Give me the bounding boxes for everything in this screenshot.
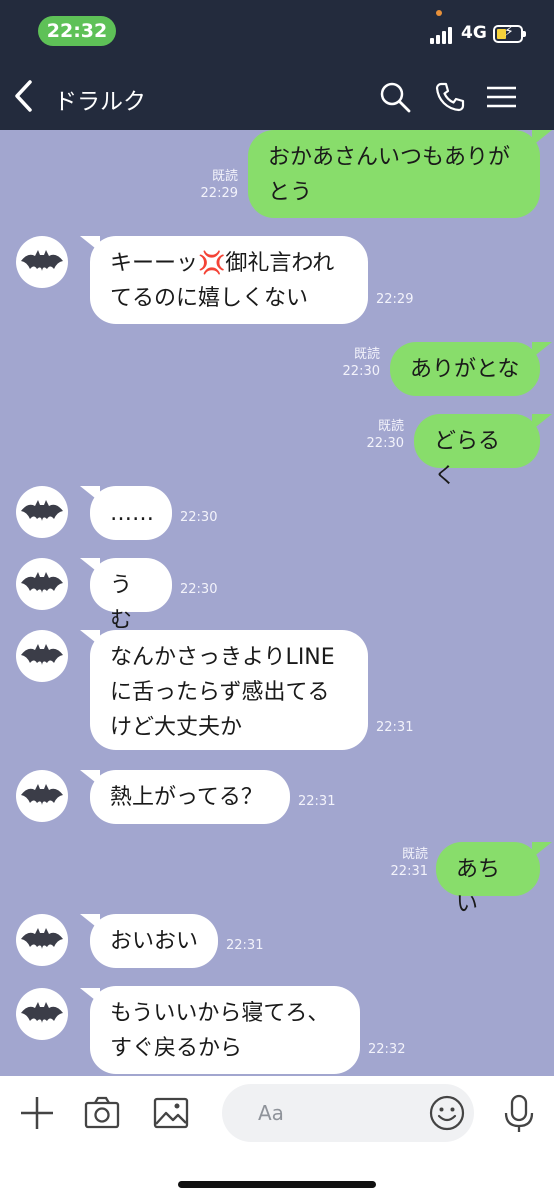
message-time: 22:30 xyxy=(180,582,218,597)
emoji-icon[interactable] xyxy=(428,1094,466,1132)
bat-icon xyxy=(21,500,63,521)
received-message[interactable]: 熱上がってる？ xyxy=(90,770,290,824)
avatar[interactable] xyxy=(16,630,68,682)
bat-icon xyxy=(21,250,63,271)
camera-icon[interactable] xyxy=(83,1094,121,1132)
message-meta: 既読 22:30 xyxy=(367,418,404,452)
menu-icon[interactable] xyxy=(485,80,519,114)
search-icon[interactable] xyxy=(378,80,412,114)
phone-icon[interactable] xyxy=(433,80,467,114)
mic-icon[interactable] xyxy=(500,1094,538,1134)
bat-icon xyxy=(21,1002,63,1023)
back-chevron-icon[interactable] xyxy=(10,76,40,116)
sent-message[interactable]: あちい xyxy=(436,842,540,917)
image-icon[interactable] xyxy=(152,1094,190,1132)
bat-icon xyxy=(21,784,63,805)
status-bar: 22:32 4G ⚡ xyxy=(0,0,554,62)
received-message[interactable]: おいおい xyxy=(90,914,218,968)
sent-message[interactable]: ありがとな xyxy=(390,342,540,396)
message-time: 22:30 xyxy=(342,364,380,379)
message-meta: 既読 22:31 xyxy=(391,846,428,880)
read-receipt: 既読 xyxy=(401,847,428,862)
read-receipt: 既読 xyxy=(211,169,238,184)
avatar[interactable] xyxy=(16,236,68,288)
message-time: 22:31 xyxy=(376,720,414,735)
bat-icon xyxy=(21,572,63,593)
plus-icon[interactable] xyxy=(18,1094,56,1132)
message-time: 22:29 xyxy=(376,292,414,307)
message-time: 22:31 xyxy=(298,794,336,809)
message-time: 22:31 xyxy=(390,864,428,879)
received-message[interactable]: …… xyxy=(90,486,172,540)
home-indicator xyxy=(178,1181,376,1188)
avatar[interactable] xyxy=(16,988,68,1040)
bat-icon xyxy=(21,644,63,665)
bubble-tail xyxy=(532,842,552,858)
message-time: 22:32 xyxy=(368,1042,406,1057)
received-message[interactable]: うむ xyxy=(90,558,172,633)
chat-header: ドラルク xyxy=(0,62,554,130)
signal-icon xyxy=(430,26,456,44)
received-message[interactable]: もういいから寝てろ、 すぐ戻るから xyxy=(90,986,360,1074)
avatar[interactable] xyxy=(16,486,68,538)
battery-icon: ⚡ xyxy=(493,24,526,43)
avatar[interactable] xyxy=(16,914,68,966)
message-meta: 既読 22:30 xyxy=(343,346,380,380)
message-time: 22:30 xyxy=(180,510,218,525)
network-type: 4G xyxy=(461,23,487,43)
sent-message[interactable]: どらるく xyxy=(414,414,540,489)
read-receipt: 既読 xyxy=(377,419,404,434)
privacy-indicator-dot xyxy=(436,10,442,16)
message-input-wrapper xyxy=(222,1084,474,1142)
read-receipt: 既読 xyxy=(353,347,380,362)
message-time: 22:29 xyxy=(200,186,238,201)
message-time: 22:30 xyxy=(366,436,404,451)
received-message[interactable]: なんかさっきよりLINE に舌ったらず感出てる けど大丈夫か xyxy=(90,630,368,750)
bat-icon xyxy=(21,928,63,949)
avatar[interactable] xyxy=(16,770,68,822)
message-meta: 既読 22:29 xyxy=(201,168,238,202)
avatar[interactable] xyxy=(16,558,68,610)
sent-message[interactable]: おかあさんいつもありが とう xyxy=(248,130,540,218)
received-message[interactable]: キーーッ💢御礼言われ てるのに嬉しくない xyxy=(90,236,368,324)
chat-area[interactable]: 既読 22:29 おかあさんいつもありが とう キーーッ💢御礼言われ てるのに嬉… xyxy=(0,130,554,1076)
chat-title: ドラルク xyxy=(54,89,146,115)
message-time: 22:31 xyxy=(226,938,264,953)
status-time: 22:32 xyxy=(38,16,116,46)
